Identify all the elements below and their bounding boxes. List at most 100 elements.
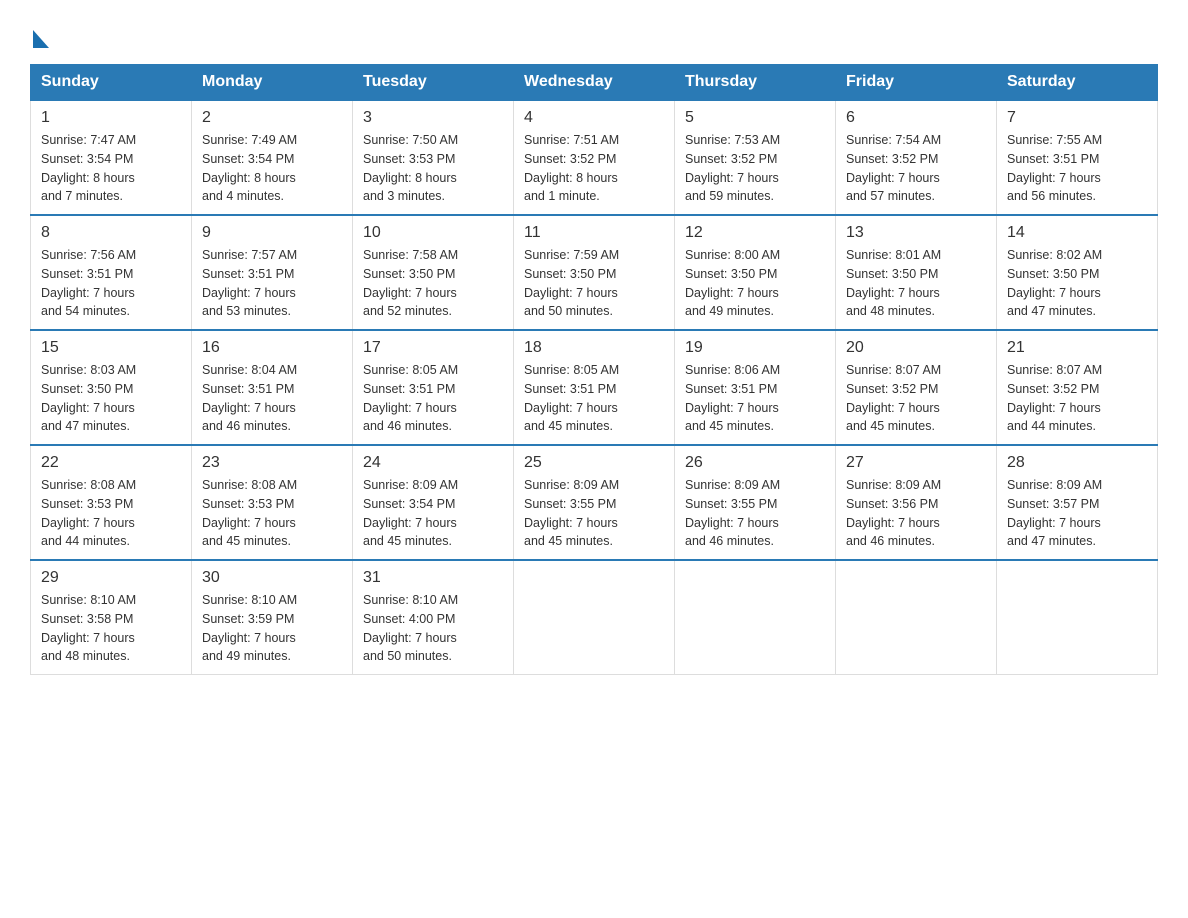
day-number: 31	[363, 569, 503, 587]
day-info: Sunrise: 8:10 AMSunset: 3:59 PMDaylight:…	[202, 591, 342, 666]
day-info: Sunrise: 7:47 AMSunset: 3:54 PMDaylight:…	[41, 131, 181, 206]
calendar-cell: 2 Sunrise: 7:49 AMSunset: 3:54 PMDaylight…	[192, 100, 353, 215]
day-info: Sunrise: 8:00 AMSunset: 3:50 PMDaylight:…	[685, 246, 825, 321]
calendar-week-row: 8 Sunrise: 7:56 AMSunset: 3:51 PMDaylight…	[31, 215, 1158, 330]
calendar-cell: 15 Sunrise: 8:03 AMSunset: 3:50 PMDayligh…	[31, 330, 192, 445]
calendar-cell	[675, 560, 836, 675]
day-info: Sunrise: 7:56 AMSunset: 3:51 PMDaylight:…	[41, 246, 181, 321]
day-info: Sunrise: 7:57 AMSunset: 3:51 PMDaylight:…	[202, 246, 342, 321]
calendar-cell: 24 Sunrise: 8:09 AMSunset: 3:54 PMDayligh…	[353, 445, 514, 560]
col-header-friday: Friday	[836, 65, 997, 101]
calendar-cell: 7 Sunrise: 7:55 AMSunset: 3:51 PMDaylight…	[997, 100, 1158, 215]
day-info: Sunrise: 8:08 AMSunset: 3:53 PMDaylight:…	[41, 476, 181, 551]
day-number: 17	[363, 339, 503, 357]
col-header-monday: Monday	[192, 65, 353, 101]
day-info: Sunrise: 7:54 AMSunset: 3:52 PMDaylight:…	[846, 131, 986, 206]
day-number: 4	[524, 109, 664, 127]
calendar-cell: 6 Sunrise: 7:54 AMSunset: 3:52 PMDaylight…	[836, 100, 997, 215]
day-number: 2	[202, 109, 342, 127]
calendar-cell: 17 Sunrise: 8:05 AMSunset: 3:51 PMDayligh…	[353, 330, 514, 445]
day-info: Sunrise: 8:10 AMSunset: 3:58 PMDaylight:…	[41, 591, 181, 666]
calendar-cell: 11Sunrise: 7:59 AMSunset: 3:50 PMDayligh…	[514, 215, 675, 330]
day-number: 14	[1007, 224, 1147, 242]
col-header-thursday: Thursday	[675, 65, 836, 101]
day-number: 10	[363, 224, 503, 242]
day-info: Sunrise: 8:07 AMSunset: 3:52 PMDaylight:…	[846, 361, 986, 436]
col-header-wednesday: Wednesday	[514, 65, 675, 101]
day-info: Sunrise: 7:53 AMSunset: 3:52 PMDaylight:…	[685, 131, 825, 206]
calendar-cell: 23 Sunrise: 8:08 AMSunset: 3:53 PMDayligh…	[192, 445, 353, 560]
day-info: Sunrise: 7:58 AMSunset: 3:50 PMDaylight:…	[363, 246, 503, 321]
day-number: 23	[202, 454, 342, 472]
calendar-cell: 10 Sunrise: 7:58 AMSunset: 3:50 PMDayligh…	[353, 215, 514, 330]
day-info: Sunrise: 8:06 AMSunset: 3:51 PMDaylight:…	[685, 361, 825, 436]
calendar-cell: 31 Sunrise: 8:10 AMSunset: 4:00 PMDayligh…	[353, 560, 514, 675]
calendar-cell: 18 Sunrise: 8:05 AMSunset: 3:51 PMDayligh…	[514, 330, 675, 445]
day-number: 27	[846, 454, 986, 472]
col-header-sunday: Sunday	[31, 65, 192, 101]
page-header	[30, 20, 1158, 54]
day-number: 7	[1007, 109, 1147, 127]
day-info: Sunrise: 8:08 AMSunset: 3:53 PMDaylight:…	[202, 476, 342, 551]
col-header-saturday: Saturday	[997, 65, 1158, 101]
calendar-cell: 22 Sunrise: 8:08 AMSunset: 3:53 PMDayligh…	[31, 445, 192, 560]
day-info: Sunrise: 8:09 AMSunset: 3:54 PMDaylight:…	[363, 476, 503, 551]
calendar-cell	[836, 560, 997, 675]
logo	[30, 20, 49, 54]
logo-top-row	[30, 20, 49, 54]
day-info: Sunrise: 8:02 AMSunset: 3:50 PMDaylight:…	[1007, 246, 1147, 321]
day-info: Sunrise: 8:03 AMSunset: 3:50 PMDaylight:…	[41, 361, 181, 436]
day-number: 11	[524, 224, 664, 242]
day-number: 22	[41, 454, 181, 472]
calendar-cell: 28Sunrise: 8:09 AMSunset: 3:57 PMDayligh…	[997, 445, 1158, 560]
calendar-cell: 21Sunrise: 8:07 AMSunset: 3:52 PMDayligh…	[997, 330, 1158, 445]
day-number: 1	[41, 109, 181, 127]
calendar-cell: 27Sunrise: 8:09 AMSunset: 3:56 PMDayligh…	[836, 445, 997, 560]
calendar-week-row: 15 Sunrise: 8:03 AMSunset: 3:50 PMDayligh…	[31, 330, 1158, 445]
calendar-cell: 26 Sunrise: 8:09 AMSunset: 3:55 PMDayligh…	[675, 445, 836, 560]
calendar-cell	[514, 560, 675, 675]
calendar-cell: 4Sunrise: 7:51 AMSunset: 3:52 PMDaylight…	[514, 100, 675, 215]
day-number: 13	[846, 224, 986, 242]
calendar-cell: 5 Sunrise: 7:53 AMSunset: 3:52 PMDaylight…	[675, 100, 836, 215]
calendar-cell: 30Sunrise: 8:10 AMSunset: 3:59 PMDayligh…	[192, 560, 353, 675]
day-number: 5	[685, 109, 825, 127]
day-number: 25	[524, 454, 664, 472]
day-number: 18	[524, 339, 664, 357]
day-info: Sunrise: 8:05 AMSunset: 3:51 PMDaylight:…	[524, 361, 664, 436]
day-info: Sunrise: 8:05 AMSunset: 3:51 PMDaylight:…	[363, 361, 503, 436]
calendar-cell: 20 Sunrise: 8:07 AMSunset: 3:52 PMDayligh…	[836, 330, 997, 445]
calendar-cell: 8 Sunrise: 7:56 AMSunset: 3:51 PMDaylight…	[31, 215, 192, 330]
calendar-cell: 14 Sunrise: 8:02 AMSunset: 3:50 PMDayligh…	[997, 215, 1158, 330]
calendar-table: SundayMondayTuesdayWednesdayThursdayFrid…	[30, 64, 1158, 675]
calendar-header-row: SundayMondayTuesdayWednesdayThursdayFrid…	[31, 65, 1158, 101]
calendar-cell	[997, 560, 1158, 675]
day-number: 29	[41, 569, 181, 587]
day-info: Sunrise: 8:04 AMSunset: 3:51 PMDaylight:…	[202, 361, 342, 436]
day-number: 15	[41, 339, 181, 357]
calendar-week-row: 1 Sunrise: 7:47 AMSunset: 3:54 PMDaylight…	[31, 100, 1158, 215]
day-info: Sunrise: 7:49 AMSunset: 3:54 PMDaylight:…	[202, 131, 342, 206]
day-number: 6	[846, 109, 986, 127]
day-number: 9	[202, 224, 342, 242]
day-number: 12	[685, 224, 825, 242]
day-info: Sunrise: 8:09 AMSunset: 3:57 PMDaylight:…	[1007, 476, 1147, 551]
calendar-cell: 16 Sunrise: 8:04 AMSunset: 3:51 PMDayligh…	[192, 330, 353, 445]
calendar-week-row: 22 Sunrise: 8:08 AMSunset: 3:53 PMDayligh…	[31, 445, 1158, 560]
day-info: Sunrise: 8:09 AMSunset: 3:55 PMDaylight:…	[685, 476, 825, 551]
day-info: Sunrise: 7:55 AMSunset: 3:51 PMDaylight:…	[1007, 131, 1147, 206]
day-number: 8	[41, 224, 181, 242]
day-number: 20	[846, 339, 986, 357]
day-number: 21	[1007, 339, 1147, 357]
calendar-cell: 3Sunrise: 7:50 AMSunset: 3:53 PMDaylight…	[353, 100, 514, 215]
day-number: 16	[202, 339, 342, 357]
calendar-cell: 25Sunrise: 8:09 AMSunset: 3:55 PMDayligh…	[514, 445, 675, 560]
day-number: 26	[685, 454, 825, 472]
day-number: 24	[363, 454, 503, 472]
day-info: Sunrise: 7:50 AMSunset: 3:53 PMDaylight:…	[363, 131, 503, 206]
day-info: Sunrise: 8:10 AMSunset: 4:00 PMDaylight:…	[363, 591, 503, 666]
calendar-cell: 9 Sunrise: 7:57 AMSunset: 3:51 PMDaylight…	[192, 215, 353, 330]
calendar-cell: 1 Sunrise: 7:47 AMSunset: 3:54 PMDaylight…	[31, 100, 192, 215]
calendar-cell: 19Sunrise: 8:06 AMSunset: 3:51 PMDayligh…	[675, 330, 836, 445]
day-info: Sunrise: 8:01 AMSunset: 3:50 PMDaylight:…	[846, 246, 986, 321]
